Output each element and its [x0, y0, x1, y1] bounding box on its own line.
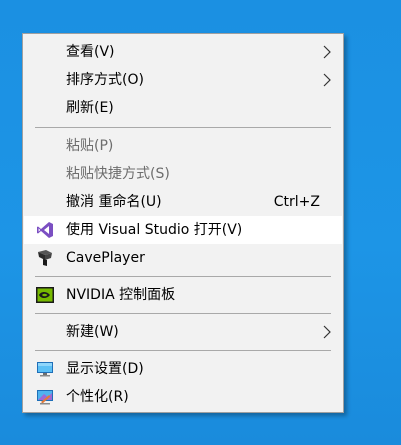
menu-item-paste-shortcut[interactable]: 粘贴快捷方式(S)	[24, 160, 342, 188]
menu-separator	[35, 276, 331, 277]
menu-item-label: 撤消 重命名(U)	[66, 194, 162, 210]
menu-item-display-settings[interactable]: 显示设置(D)	[24, 355, 342, 383]
menu-item-label: 使用 Visual Studio 打开(V)	[66, 222, 243, 238]
menu-item-label: 排序方式(O)	[66, 72, 144, 88]
menu-item-undo-rename[interactable]: 撤消 重命名(U) Ctrl+Z	[24, 188, 342, 216]
menu-item-label: 粘贴(P)	[66, 138, 114, 154]
menu-separator	[35, 350, 331, 351]
caveplayer-icon	[38, 250, 52, 266]
menu-item-refresh[interactable]: 刷新(E)	[24, 94, 342, 122]
menu-item-label: CavePlayer	[66, 250, 145, 266]
menu-item-label: 个性化(R)	[66, 389, 129, 405]
menu-separator	[35, 127, 331, 128]
desktop-context-menu: 查看(V) 排序方式(O) 刷新(E) 粘贴(P) 粘贴快捷方式(S) 撤消 重…	[22, 33, 344, 413]
personalize-icon	[37, 390, 53, 405]
chevron-right-icon	[323, 45, 331, 59]
menu-item-label: NVIDIA 控制面板	[66, 287, 176, 303]
display-settings-icon	[37, 362, 53, 377]
chevron-right-icon	[323, 73, 331, 87]
menu-item-sort-by[interactable]: 排序方式(O)	[24, 66, 342, 94]
menu-item-label: 查看(V)	[66, 44, 115, 60]
menu-item-open-with-visual-studio[interactable]: 使用 Visual Studio 打开(V)	[24, 216, 342, 244]
menu-separator	[35, 313, 331, 314]
chevron-right-icon	[323, 325, 331, 339]
nvidia-icon	[36, 287, 54, 303]
menu-item-shortcut: Ctrl+Z	[273, 194, 320, 210]
menu-item-label: 刷新(E)	[66, 100, 114, 116]
menu-item-personalize[interactable]: 个性化(R)	[24, 383, 342, 411]
menu-item-paste[interactable]: 粘贴(P)	[24, 132, 342, 160]
menu-item-label: 新建(W)	[66, 324, 119, 340]
menu-item-new[interactable]: 新建(W)	[24, 318, 342, 346]
menu-item-label: 显示设置(D)	[66, 361, 144, 377]
menu-item-view[interactable]: 查看(V)	[24, 38, 342, 66]
visual-studio-icon	[37, 222, 53, 238]
menu-item-nvidia-control-panel[interactable]: NVIDIA 控制面板	[24, 281, 342, 309]
menu-item-label: 粘贴快捷方式(S)	[66, 166, 170, 182]
menu-item-caveplayer[interactable]: CavePlayer	[24, 244, 342, 272]
